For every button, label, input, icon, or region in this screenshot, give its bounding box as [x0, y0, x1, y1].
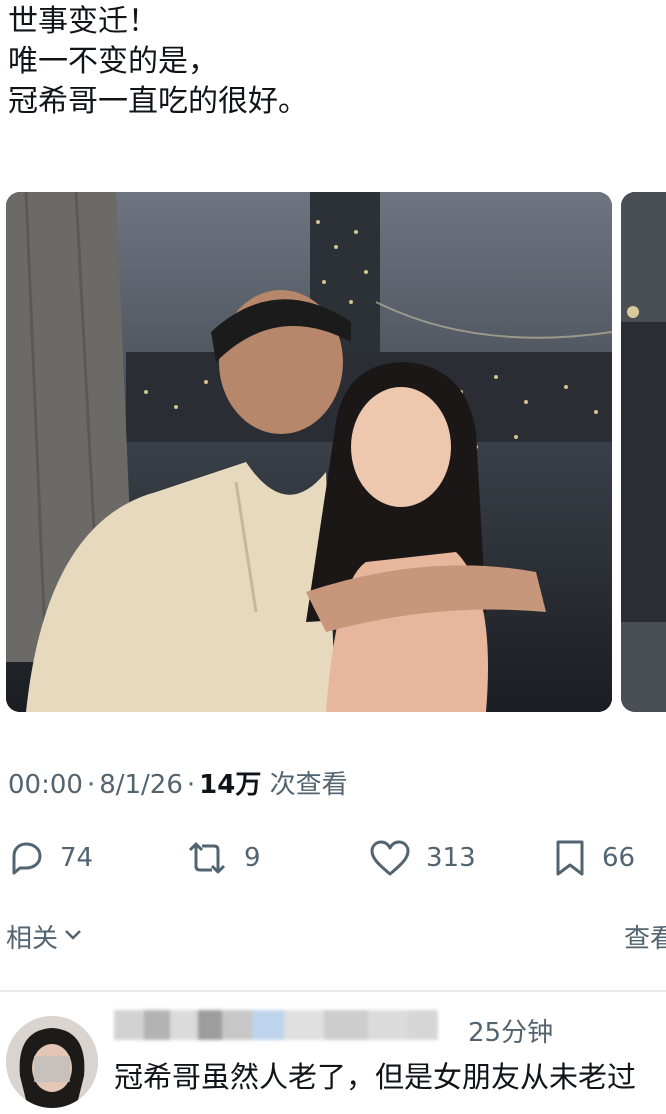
related-toggle[interactable]: 相关 — [6, 918, 84, 955]
post-time: 00:00 — [8, 770, 83, 800]
next-photo-peek[interactable] — [621, 192, 666, 712]
photo-illustration — [6, 192, 612, 712]
post-photo[interactable] — [6, 192, 612, 712]
views-label: 次查看 — [269, 770, 348, 800]
avatar-illustration — [6, 1016, 98, 1108]
reply-button[interactable]: 74 — [6, 832, 93, 884]
post-meta: 00:00 · 8/1/26 · 14万 次查看 — [8, 764, 348, 801]
next-photo-illustration — [621, 192, 666, 712]
post-text-line: 冠希哥一直吃的很好。 — [8, 84, 308, 119]
post-text-line: 唯一不变的是， — [8, 44, 218, 79]
blurred-username — [114, 1010, 454, 1040]
related-label: 相关 — [6, 924, 59, 954]
separator-dot: · — [186, 770, 196, 800]
reply-count: 74 — [60, 843, 94, 873]
view-more-link[interactable]: 查看 — [624, 918, 666, 955]
reply-time: 25分钟 — [468, 1018, 554, 1048]
post-text-line: 世事变迁！ — [8, 4, 158, 39]
reply-item[interactable]: 25分钟 冠希哥虽然人老了，但是女朋友从未老过 — [0, 1000, 666, 1114]
post-date: 8/1/26 — [99, 770, 183, 800]
reply-text: 冠希哥虽然人老了，但是女朋友从未老过 — [114, 1060, 637, 1094]
separator-dot: · — [86, 770, 96, 800]
chevron-down-icon — [58, 922, 84, 952]
action-bar: 74 9 313 66 — [0, 832, 666, 884]
like-count: 313 — [426, 843, 476, 873]
bookmark-count: 66 — [602, 843, 636, 873]
repost-button[interactable]: 9 — [184, 832, 261, 884]
bookmark-button[interactable]: 66 — [552, 832, 635, 884]
divider — [0, 990, 666, 992]
like-icon — [368, 838, 412, 878]
post-text: 世事变迁！ 唯一不变的是， 冠希哥一直吃的很好。 — [8, 2, 308, 122]
avatar[interactable] — [6, 1016, 98, 1108]
views-count: 14万 — [199, 770, 262, 800]
reply-icon — [6, 838, 46, 878]
like-button[interactable]: 313 — [368, 832, 476, 884]
bookmark-icon — [552, 838, 588, 878]
repost-count: 9 — [244, 843, 261, 873]
repost-icon — [184, 838, 230, 878]
